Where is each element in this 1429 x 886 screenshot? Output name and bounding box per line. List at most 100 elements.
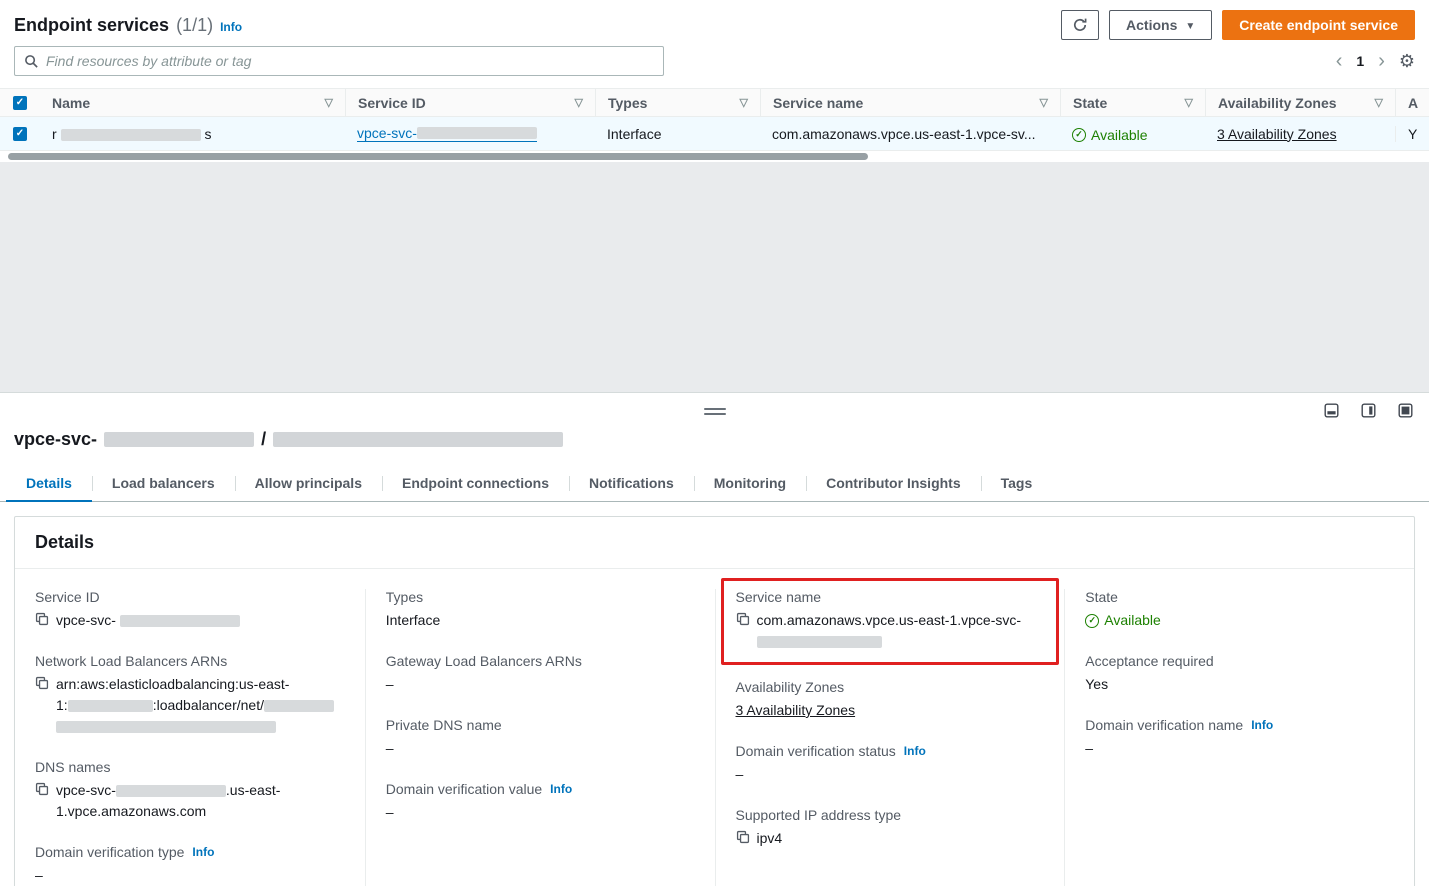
actions-button[interactable]: Actions ▼ xyxy=(1109,10,1212,40)
nlb-arn-line2: :loadbalancer/net/ xyxy=(153,697,264,713)
field-acceptance-required: Acceptance required Yes xyxy=(1085,653,1394,695)
details-column-3: Service name com.amazonaws.vpce.us-east-… xyxy=(715,589,1065,886)
info-link[interactable]: Info xyxy=(550,782,572,796)
dns-name-line2: 1.vpce.amazonaws.com xyxy=(56,803,206,819)
info-link[interactable]: Info xyxy=(192,845,214,859)
redacted-text xyxy=(757,636,882,648)
background-gap xyxy=(0,162,1429,392)
page-next-icon[interactable]: › xyxy=(1378,51,1385,71)
field-label: Domain verification name xyxy=(1085,717,1243,733)
empty-value-dash: – xyxy=(736,764,1045,785)
panel-resize-handle[interactable] xyxy=(704,408,726,415)
tab-notifications[interactable]: Notifications xyxy=(569,466,694,501)
row-select-cell: ✓ xyxy=(0,127,40,141)
column-header-types[interactable]: Types ▽ xyxy=(595,89,760,116)
tab-contributor-insights[interactable]: Contributor Insights xyxy=(806,466,981,501)
copy-icon[interactable] xyxy=(736,828,750,844)
field-gateway-lb-arns: Gateway Load Balancers ARNs – xyxy=(386,653,695,695)
tab-endpoint-connections[interactable]: Endpoint connections xyxy=(382,466,569,501)
redacted-text xyxy=(273,432,563,447)
column-header-name[interactable]: Name ▽ xyxy=(40,89,345,116)
row-service-id-cell: vpce-svc- xyxy=(345,125,595,142)
copy-icon[interactable] xyxy=(35,674,49,690)
field-label: DNS names xyxy=(35,759,345,775)
info-link[interactable]: Info xyxy=(1251,718,1273,732)
row-checkbox[interactable]: ✓ xyxy=(13,127,27,141)
nlb-arn-value: arn:aws:elasticloadbalancing:us-east- 1:… xyxy=(56,674,334,737)
field-domain-verification-value: Domain verification value Info – xyxy=(386,781,695,823)
select-all-checkbox[interactable]: ✓ xyxy=(13,96,27,110)
column-header-service-name[interactable]: Service name ▽ xyxy=(760,89,1060,116)
column-label-name: Name xyxy=(52,95,90,111)
copy-icon[interactable] xyxy=(35,610,49,626)
copy-icon[interactable] xyxy=(35,780,49,796)
column-label-availability-zones: Availability Zones xyxy=(1218,95,1337,111)
redacted-text xyxy=(417,127,537,139)
column-header-state[interactable]: State ▽ xyxy=(1060,89,1205,116)
filter-icon[interactable]: ▽ xyxy=(1185,96,1193,109)
column-header-truncated[interactable]: A xyxy=(1395,89,1429,116)
info-link[interactable]: Info xyxy=(220,20,242,34)
field-state: State ✓ Available xyxy=(1085,589,1394,631)
column-label-service-id: Service ID xyxy=(358,95,426,111)
refresh-icon xyxy=(1072,17,1088,33)
field-label: Acceptance required xyxy=(1085,653,1394,669)
tab-monitoring[interactable]: Monitoring xyxy=(694,466,806,501)
field-label: Service name xyxy=(736,589,1045,605)
create-endpoint-service-button[interactable]: Create endpoint service xyxy=(1222,10,1415,40)
field-supported-ip-type: Supported IP address type ipv4 xyxy=(736,807,1045,849)
field-label: Types xyxy=(386,589,695,605)
scrollbar-thumb[interactable] xyxy=(8,153,868,160)
details-column-4: State ✓ Available Acceptance required Ye… xyxy=(1064,589,1414,886)
layout-full-icon[interactable] xyxy=(1398,403,1413,418)
filter-icon[interactable]: ▽ xyxy=(1040,96,1048,109)
dns-name-prefix: vpce-svc- xyxy=(56,782,116,798)
search-icon xyxy=(24,54,39,69)
details-column-2: Types Interface Gateway Load Balancers A… xyxy=(365,589,715,886)
row-types-cell: Interface xyxy=(595,126,760,142)
empty-value-dash: – xyxy=(1085,738,1394,759)
layout-side-icon[interactable] xyxy=(1361,403,1376,418)
nlb-arn-line1: arn:aws:elasticloadbalancing:us-east- xyxy=(56,676,289,692)
field-availability-zones: Availability Zones 3 Availability Zones xyxy=(736,679,1045,721)
horizontal-scrollbar[interactable] xyxy=(0,151,1429,162)
details-card: Details Service ID vpce-svc- xyxy=(14,516,1415,886)
list-header: Endpoint services (1/1) Info Actions ▼ C… xyxy=(0,0,1429,44)
filter-icon[interactable]: ▽ xyxy=(325,96,333,109)
tab-details[interactable]: Details xyxy=(6,466,92,501)
ip-type-value: ipv4 xyxy=(757,828,783,849)
settings-gear-icon[interactable]: ⚙ xyxy=(1399,51,1415,72)
tab-allow-principals[interactable]: Allow principals xyxy=(235,466,382,501)
info-link[interactable]: Info xyxy=(904,744,926,758)
field-label: Private DNS name xyxy=(386,717,695,733)
layout-bottom-icon[interactable] xyxy=(1324,403,1339,418)
nlb-arn-line2: 1: xyxy=(56,697,68,713)
field-label: Supported IP address type xyxy=(736,807,1045,823)
page-prev-icon[interactable]: ‹ xyxy=(1336,51,1343,71)
service-id-link[interactable]: vpce-svc- xyxy=(357,125,537,142)
page-count: (1/1) xyxy=(176,15,213,36)
search-box[interactable] xyxy=(14,46,664,76)
pagination-controls: ‹ 1 › ⚙ xyxy=(1336,51,1415,72)
state-available-badge: ✓ Available xyxy=(1085,610,1161,631)
tab-load-balancers[interactable]: Load balancers xyxy=(92,466,235,501)
tab-tags[interactable]: Tags xyxy=(981,466,1053,501)
table-row[interactable]: ✓ r s vpce-svc- Interface com.amazonaws.… xyxy=(0,117,1429,151)
search-row: ‹ 1 › ⚙ xyxy=(0,44,1429,88)
availability-zones-link[interactable]: 3 Availability Zones xyxy=(1217,126,1337,142)
filter-icon[interactable]: ▽ xyxy=(575,96,583,109)
page-number[interactable]: 1 xyxy=(1356,53,1364,69)
title-area: Endpoint services (1/1) Info xyxy=(14,15,242,36)
column-label-state: State xyxy=(1073,95,1107,111)
search-input[interactable] xyxy=(46,53,654,69)
filter-icon[interactable]: ▽ xyxy=(740,96,748,109)
filter-icon[interactable]: ▽ xyxy=(1375,96,1383,109)
column-header-service-id[interactable]: Service ID ▽ xyxy=(345,89,595,116)
redacted-text xyxy=(116,785,226,797)
column-header-availability-zones[interactable]: Availability Zones ▽ xyxy=(1205,89,1395,116)
refresh-button[interactable] xyxy=(1061,10,1099,40)
field-types: Types Interface xyxy=(386,589,695,631)
copy-icon[interactable] xyxy=(736,610,750,626)
row-availability-zones-cell: 3 Availability Zones xyxy=(1205,126,1395,142)
availability-zones-link[interactable]: 3 Availability Zones xyxy=(736,700,856,721)
